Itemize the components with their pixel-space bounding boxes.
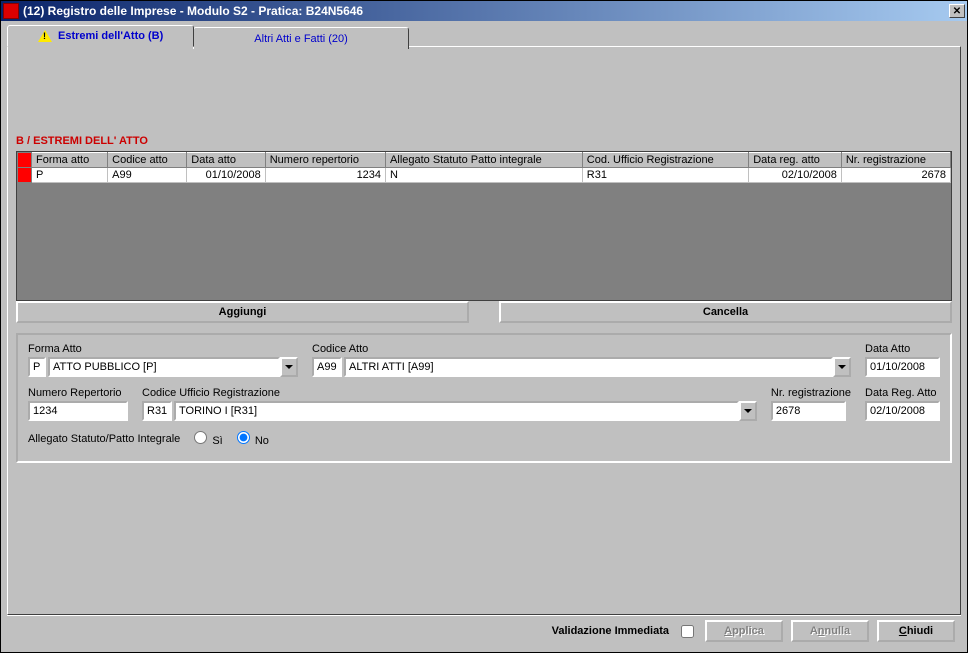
chevron-down-icon[interactable] bbox=[739, 401, 757, 421]
forma-atto-label: Forma Atto bbox=[28, 343, 298, 355]
grid-buttons: Aggiungi Cancella bbox=[16, 301, 952, 323]
applica-text: pplica bbox=[732, 625, 764, 637]
cell-codufficio[interactable]: R31 bbox=[582, 168, 748, 183]
codice-atto-combo[interactable] bbox=[344, 357, 833, 377]
col-forma[interactable]: Forma atto bbox=[32, 153, 108, 168]
app-icon bbox=[3, 3, 19, 19]
section-title: B / ESTREMI DELL' ATTO bbox=[16, 135, 952, 147]
tab-altri-atti[interactable]: Altri Atti e Fatti (20) bbox=[193, 27, 409, 49]
datareg-input[interactable] bbox=[865, 401, 940, 421]
applica-button[interactable]: Applica bbox=[705, 620, 783, 642]
col-nrreg[interactable]: Nr. registrazione bbox=[841, 153, 950, 168]
codufficio-label: Codice Ufficio Registrazione bbox=[142, 387, 757, 399]
cell-codice[interactable]: A99 bbox=[108, 168, 187, 183]
col-numrep[interactable]: Numero repertorio bbox=[265, 153, 385, 168]
tabstrip: Estremi dell'Atto (B) Altri Atti e Fatti… bbox=[7, 25, 961, 47]
numrep-label: Numero Repertorio bbox=[28, 387, 128, 399]
cell-datareg[interactable]: 02/10/2008 bbox=[749, 168, 842, 183]
row-marker[interactable] bbox=[18, 168, 32, 183]
cell-numrep[interactable]: 1234 bbox=[265, 168, 385, 183]
validazione-checkbox[interactable] bbox=[681, 625, 694, 638]
allegato-label: Allegato Statuto/Patto Integrale bbox=[28, 433, 180, 445]
window-title: (12) Registro delle Imprese - Modulo S2 … bbox=[23, 4, 949, 18]
codufficio-combo[interactable] bbox=[174, 401, 739, 421]
bottom-bar: Validazione Immediata Applica Annulla Ch… bbox=[7, 615, 961, 646]
titlebar: (12) Registro delle Imprese - Modulo S2 … bbox=[1, 1, 967, 21]
cell-nrreg[interactable]: 2678 bbox=[841, 168, 950, 183]
validazione-label: Validazione Immediata bbox=[552, 625, 669, 637]
tab-label: Altri Atti e Fatti (20) bbox=[254, 33, 348, 45]
tabpanel-estremi: B / ESTREMI DELL' ATTO Forma atto Codice… bbox=[7, 46, 961, 615]
allegato-si-option[interactable]: Sì bbox=[188, 431, 222, 447]
datareg-label: Data Reg. Atto bbox=[865, 387, 940, 399]
data-atto-input[interactable] bbox=[865, 357, 940, 377]
nrreg-input[interactable] bbox=[771, 401, 846, 421]
data-atto-label: Data Atto bbox=[865, 343, 940, 355]
chevron-down-icon[interactable] bbox=[833, 357, 851, 377]
estremi-grid[interactable]: Forma atto Codice atto Data atto Numero … bbox=[17, 152, 951, 183]
chevron-down-icon[interactable] bbox=[280, 357, 298, 377]
chiudi-button[interactable]: Chiudi bbox=[877, 620, 955, 642]
allegato-radiogroup: Allegato Statuto/Patto Integrale Sì No bbox=[28, 431, 940, 447]
col-codice[interactable]: Codice atto bbox=[108, 153, 187, 168]
close-icon[interactable]: ✕ bbox=[949, 4, 965, 18]
grid-corner bbox=[18, 153, 32, 168]
tab-estremi[interactable]: Estremi dell'Atto (B) bbox=[7, 25, 194, 47]
grid-container: Forma atto Codice atto Data atto Numero … bbox=[16, 151, 952, 301]
cell-allegato[interactable]: N bbox=[386, 168, 583, 183]
forma-atto-combo[interactable] bbox=[48, 357, 280, 377]
col-codufficio[interactable]: Cod. Ufficio Registrazione bbox=[582, 153, 748, 168]
client-area: Estremi dell'Atto (B) Altri Atti e Fatti… bbox=[1, 21, 967, 652]
warning-icon bbox=[38, 30, 52, 42]
table-row[interactable]: P A99 01/10/2008 1234 N R31 02/10/2008 2… bbox=[18, 168, 951, 183]
window-root: (12) Registro delle Imprese - Modulo S2 … bbox=[0, 0, 968, 653]
forma-atto-code[interactable] bbox=[28, 357, 46, 377]
numrep-input[interactable] bbox=[28, 401, 128, 421]
codufficio-code[interactable] bbox=[142, 401, 172, 421]
aggiungi-button[interactable]: Aggiungi bbox=[16, 301, 469, 323]
col-allegato[interactable]: Allegato Statuto Patto integrale bbox=[386, 153, 583, 168]
col-data[interactable]: Data atto bbox=[187, 153, 265, 168]
col-datareg[interactable]: Data reg. atto bbox=[749, 153, 842, 168]
allegato-no-option[interactable]: No bbox=[231, 431, 269, 447]
grid-empty-area bbox=[17, 183, 951, 300]
annulla-button[interactable]: Annulla bbox=[791, 620, 869, 642]
codice-atto-label: Codice Atto bbox=[312, 343, 851, 355]
detail-form: Forma Atto Codice Atto bbox=[16, 333, 952, 463]
cell-forma[interactable]: P bbox=[32, 168, 108, 183]
codice-atto-code[interactable] bbox=[312, 357, 342, 377]
nrreg-label: Nr. registrazione bbox=[771, 387, 851, 399]
tab-label: Estremi dell'Atto (B) bbox=[58, 30, 163, 42]
cancella-button[interactable]: Cancella bbox=[499, 301, 952, 323]
cell-data[interactable]: 01/10/2008 bbox=[187, 168, 265, 183]
